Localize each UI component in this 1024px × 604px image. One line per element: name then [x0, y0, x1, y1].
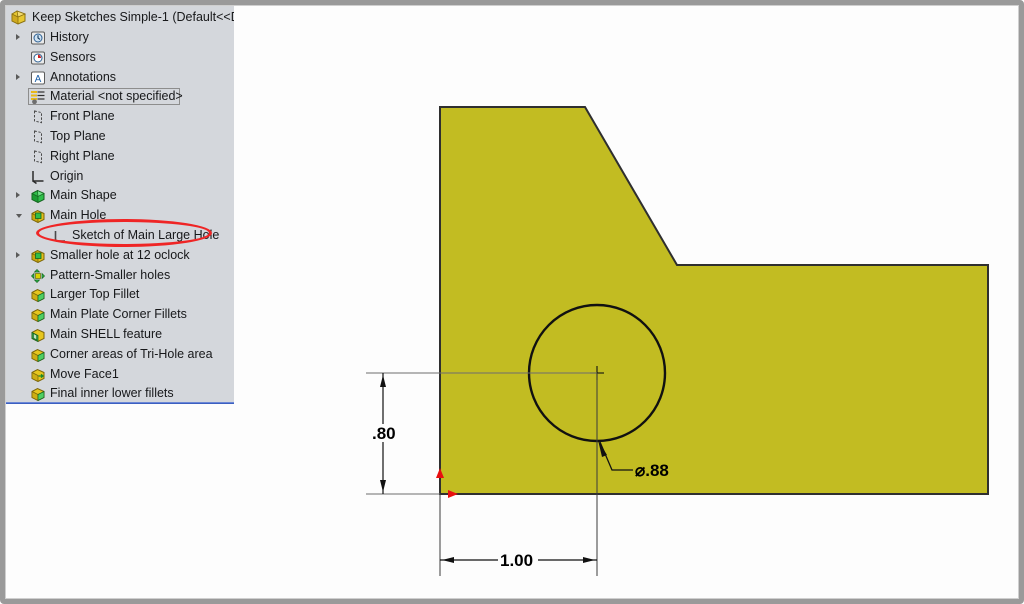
tree-item-label: Origin	[50, 168, 84, 183]
solidworks-window: .80 1.00 ⌀.88 Keep Sketches Simple-1 (De…	[0, 0, 1024, 604]
tree-item-label: Annotations	[50, 69, 117, 84]
tree-item-main-shape[interactable]: Main Shape	[6, 186, 234, 206]
fillet-icon	[30, 386, 46, 402]
document-title-label: Keep Sketches Simple-1 (Default<<Default…	[32, 10, 234, 24]
feature-manager-tree[interactable]: Keep Sketches Simple-1 (Default<<Default…	[6, 6, 234, 404]
chevron-down-icon[interactable]	[16, 214, 22, 221]
tree-item-label: Larger Top Fillet	[50, 287, 140, 302]
tree-item-sensors[interactable]: Sensors	[6, 48, 234, 68]
tree-item-front-plane[interactable]: Front Plane	[6, 107, 234, 127]
feature-tree-rows[interactable]: History Sensors A Annotations Material <not …	[6, 28, 234, 404]
tree-item-label: Main Shape	[50, 188, 117, 203]
extrude-cut-icon	[30, 208, 46, 224]
tree-item-label: Main SHELL feature	[50, 326, 163, 341]
tree-item-material-not-specified[interactable]: Material <not specified>	[6, 87, 234, 107]
tree-item-label: Main Plate Corner Fillets	[50, 307, 187, 322]
document-title-row[interactable]: Keep Sketches Simple-1 (Default<<Default…	[6, 6, 234, 28]
tree-item-label: Pattern-Smaller holes	[50, 267, 171, 282]
move-face-icon	[30, 367, 46, 383]
sensors-icon	[30, 50, 46, 66]
chevron-right-icon[interactable]	[16, 192, 20, 199]
annotations-icon: A	[30, 70, 46, 86]
tree-item-corner-areas-of-tri-hole-area[interactable]: Corner areas of Tri-Hole area	[6, 345, 234, 365]
chevron-right-icon[interactable]	[16, 34, 20, 40]
tree-item-smaller-hole-at-12-oclock[interactable]: Smaller hole at 12 oclock	[6, 246, 234, 266]
plane-icon	[30, 129, 46, 145]
chevron-right-icon[interactable]	[16, 251, 20, 258]
tree-item-annotations[interactable]: A Annotations	[6, 68, 234, 88]
part-profile[interactable]	[439, 106, 989, 495]
tree-item-label: Front Plane	[50, 109, 115, 124]
part-face[interactable]	[439, 106, 989, 495]
vertical-dimension[interactable]: .80	[370, 373, 398, 494]
horizontal-dimension[interactable]: 1.00	[440, 551, 597, 570]
tree-item-pattern-smaller-holes[interactable]: Pattern-Smaller holes	[6, 266, 234, 286]
diameter-dimension-value: ⌀.88	[635, 461, 669, 480]
plane-icon	[30, 109, 46, 125]
tree-item-label: Smaller hole at 12 oclock	[50, 247, 190, 262]
tree-item-origin[interactable]: Origin	[6, 167, 234, 187]
tree-item-label: Sensors	[50, 49, 96, 64]
plane-icon	[30, 149, 46, 165]
tree-item-label: Right Plane	[50, 148, 115, 163]
origin-icon	[30, 169, 46, 185]
extrude-boss-icon	[30, 188, 46, 204]
tree-item-label: Move Face1	[50, 366, 119, 381]
fillet-icon	[30, 307, 46, 323]
tree-item-label: Top Plane	[50, 128, 106, 143]
tree-item-label: History	[50, 30, 89, 44]
tree-item-move-face1[interactable]: Move Face1	[6, 365, 234, 385]
chevron-right-icon[interactable]	[16, 73, 20, 80]
tree-item-history[interactable]: History	[6, 28, 234, 48]
shell-icon	[30, 327, 46, 343]
rollback-bar[interactable]	[6, 402, 234, 404]
tree-item-main-shell-feature[interactable]: Main SHELL feature	[6, 325, 234, 345]
tree-item-label: Material <not specified>	[50, 89, 183, 104]
horizontal-dimension-value: 1.00	[500, 551, 533, 570]
tree-item-main-plate-corner-fillets[interactable]: Main Plate Corner Fillets	[6, 305, 234, 325]
red-annotation-ellipse	[36, 219, 212, 247]
extrude-cut-icon	[30, 248, 46, 264]
tree-item-label: Corner areas of Tri-Hole area	[50, 346, 213, 361]
history-icon	[30, 30, 46, 46]
tree-item-right-plane[interactable]: Right Plane	[6, 147, 234, 167]
fillet-icon	[30, 347, 46, 363]
part-document-icon	[11, 10, 27, 25]
tree-item-top-plane[interactable]: Top Plane	[6, 127, 234, 147]
pattern-icon	[30, 268, 46, 284]
svg-text:A: A	[35, 74, 42, 85]
tree-item-larger-top-fillet[interactable]: Larger Top Fillet	[6, 285, 234, 305]
vertical-dimension-value: .80	[372, 424, 396, 443]
fillet-icon	[30, 287, 46, 303]
